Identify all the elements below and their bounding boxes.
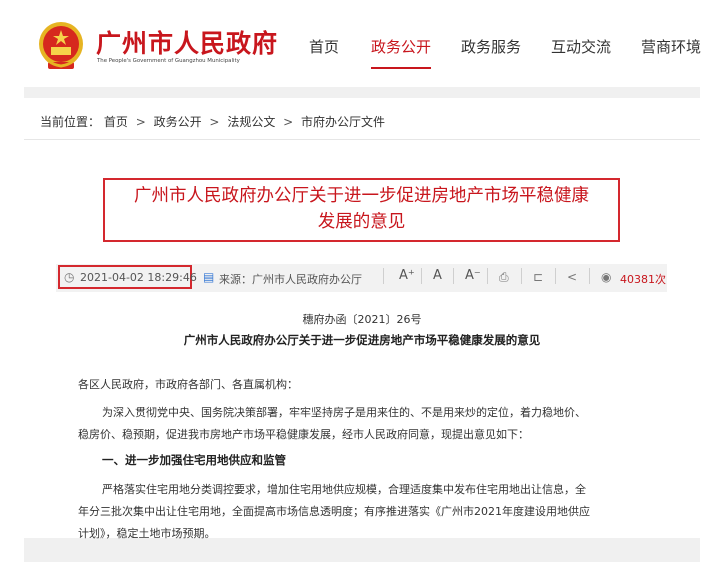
meta-divider bbox=[487, 268, 488, 284]
clock-icon: ◷ bbox=[64, 270, 75, 284]
paragraph-2-line-3: 计划》，稳定土地市场预期。 bbox=[78, 527, 216, 540]
section-heading-1: 一、进一步加强住宅用地供应和监管 bbox=[102, 453, 286, 467]
print-icon[interactable]: ⎙ bbox=[499, 270, 509, 285]
nav-active-indicator bbox=[371, 67, 431, 69]
breadcrumb-office-documents[interactable]: 市府办公厅文件 bbox=[301, 115, 385, 129]
breadcrumb-separator: > bbox=[135, 115, 146, 129]
nav-interaction[interactable]: 互动交流 bbox=[551, 36, 611, 57]
meta-divider bbox=[555, 268, 556, 284]
article-source: 来源：广州市人民政府办公厅 bbox=[219, 273, 362, 286]
paragraph-1-line-1: 为深入贯彻党中央、国务院决策部署，牢牢坚持房子是用来住的、不是用来炒的定位，着力… bbox=[102, 406, 586, 419]
nav-government-affairs-open[interactable]: 政务公开 bbox=[371, 36, 431, 57]
font-normal-button[interactable]: A bbox=[433, 268, 442, 283]
breadcrumb-regulations[interactable]: 法规公文 bbox=[227, 115, 275, 129]
nav-government-services[interactable]: 政务服务 bbox=[461, 36, 521, 57]
meta-divider bbox=[589, 268, 590, 284]
font-decrease-button[interactable]: A⁻ bbox=[465, 268, 481, 283]
view-count: 40381次 bbox=[620, 273, 666, 286]
meta-divider bbox=[521, 268, 522, 284]
article-title-line2: 发展的意见 bbox=[317, 212, 406, 232]
salutation: 各区人民政府，市政府各部门、各直属机构： bbox=[78, 378, 298, 391]
article-title: 广州市人民政府办公厅关于进一步促进房地产市场平稳健康 发展的意见 bbox=[103, 183, 620, 235]
site-name-english: The People's Government of Guangzhou Mun… bbox=[97, 58, 240, 64]
guangzhou-emblem-icon[interactable] bbox=[36, 20, 86, 72]
breadcrumb-prefix: 当前位置： bbox=[40, 115, 101, 129]
site-name[interactable]: 广州市人民政府 bbox=[96, 24, 278, 60]
breadcrumb-divider bbox=[24, 139, 700, 140]
source-doc-icon: ▤ bbox=[203, 270, 215, 284]
meta-divider bbox=[453, 268, 454, 284]
paragraph-2-line-1: 严格落实住宅用地分类调控要求，增加住宅用地供应规模，合理适度集中发布住宅用地出让… bbox=[102, 483, 586, 496]
font-increase-button[interactable]: A⁺ bbox=[399, 268, 415, 283]
paragraph-1-line-2: 稳房价、稳预期，促进我市房地产市场平稳健康发展，经市人民政府同意，现提出意见如下… bbox=[78, 428, 529, 441]
meta-divider bbox=[421, 268, 422, 284]
breadcrumb: 当前位置： 首页 > 政务公开 > 法规公文 > 市府办公厅文件 bbox=[40, 113, 385, 130]
breadcrumb-separator: > bbox=[283, 115, 294, 129]
eye-icon: ◉ bbox=[601, 270, 612, 284]
document-title: 广州市人民政府办公厅关于进一步促进房地产市场平稳健康发展的意见 bbox=[183, 333, 541, 347]
breadcrumb-separator: > bbox=[209, 115, 220, 129]
article-title-line1: 广州市人民政府办公厅关于进一步促进房地产市场平稳健康 bbox=[134, 186, 589, 206]
breadcrumb-home[interactable]: 首页 bbox=[104, 115, 128, 129]
paragraph-2-line-2: 年分三批次集中出让住宅用地，全面提高市场信息透明度；有序推进落实《广州市2021… bbox=[78, 505, 590, 518]
breadcrumb-gov-open[interactable]: 政务公开 bbox=[154, 115, 202, 129]
document-number: 穗府办函〔2021〕26号 bbox=[302, 313, 422, 326]
share-icon[interactable]: < bbox=[567, 270, 577, 284]
publish-date: 2021-04-02 18:29:46 bbox=[80, 271, 197, 284]
nav-business-environment[interactable]: 营商环境 bbox=[641, 36, 701, 57]
meta-divider bbox=[383, 268, 384, 284]
bookmark-icon[interactable]: ⊏ bbox=[533, 270, 543, 284]
site-header: 广州市人民政府 The People's Government of Guang… bbox=[0, 0, 724, 88]
nav-home[interactable]: 首页 bbox=[309, 36, 339, 57]
